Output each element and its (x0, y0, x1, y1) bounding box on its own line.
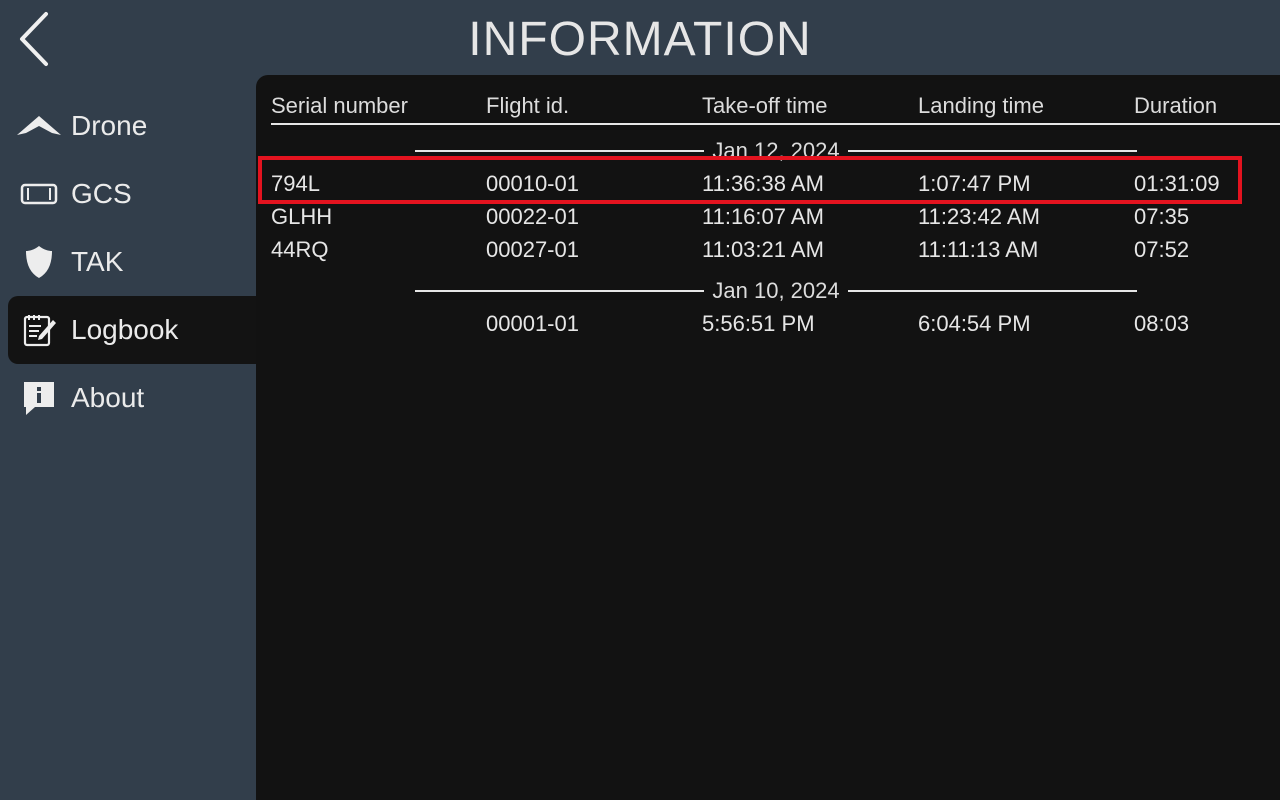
sidebar-item-label: Drone (71, 110, 148, 141)
table-row[interactable]: GLHH 00022-01 11:16:07 AM 11:23:42 AM 07… (271, 201, 1271, 234)
sidebar-item-logbook[interactable]: Logbook (8, 296, 256, 364)
date-separator: Jan 12, 2024 (415, 136, 1138, 166)
cell-serial: GLHH (271, 204, 333, 229)
sidebar-item-tak[interactable]: TAK (8, 228, 256, 296)
cell-takeoff: 5:56:51 PM (702, 311, 815, 336)
cell-duration: 01:31:09 (1134, 171, 1220, 196)
table-row[interactable]: 00001-01 5:56:51 PM 6:04:54 PM 08:03 (271, 308, 1271, 341)
table-row[interactable]: 794L 00010-01 11:36:38 AM 1:07:47 PM 01:… (271, 168, 1271, 201)
date-label: Jan 10, 2024 (712, 278, 840, 303)
column-header-landing: Landing time (918, 93, 1044, 118)
cell-duration: 07:35 (1134, 204, 1190, 229)
table-header: Serial number Flight id. Take-off time L… (271, 91, 1280, 125)
cell-flight-id: 00001-01 (486, 311, 579, 336)
table-row[interactable]: 44RQ 00027-01 11:03:21 AM 11:11:13 AM 07… (271, 234, 1271, 267)
cell-flight-id: 00027-01 (486, 237, 579, 262)
cell-serial: 44RQ (271, 237, 329, 262)
cell-landing: 1:07:47 PM (918, 171, 1031, 196)
column-header-duration: Duration (1134, 93, 1218, 118)
cell-landing: 11:11:13 AM (918, 237, 1039, 262)
cell-flight-id: 00010-01 (486, 171, 579, 196)
notebook-pen-icon (16, 310, 62, 350)
page-title: INFORMATION (468, 13, 812, 66)
sidebar-item-gcs[interactable]: GCS (8, 160, 256, 228)
column-header-serial: Serial number (271, 93, 408, 118)
sidebar-item-drone[interactable]: Drone (8, 92, 256, 160)
info-bubble-icon (16, 378, 62, 418)
drone-icon (16, 106, 62, 146)
shield-icon (16, 242, 62, 282)
logbook-panel: Serial number Flight id. Take-off time L… (256, 75, 1280, 800)
sidebar-item-label: About (71, 382, 145, 413)
cell-landing: 11:23:42 AM (918, 204, 1040, 229)
column-header-flight-id: Flight id. (486, 93, 570, 118)
tablet-icon (16, 174, 62, 214)
sidebar-item-label: Logbook (71, 314, 179, 345)
cell-serial: 794L (271, 171, 320, 196)
cell-duration: 08:03 (1134, 311, 1190, 336)
cell-takeoff: 11:36:38 AM (702, 171, 824, 196)
cell-takeoff: 11:16:07 AM (702, 204, 824, 229)
sidebar-item-label: TAK (71, 246, 124, 277)
sidebar-item-label: GCS (71, 178, 132, 209)
column-header-takeoff: Take-off time (702, 93, 828, 118)
sidebar-item-about[interactable]: About (8, 364, 256, 432)
cell-landing: 6:04:54 PM (918, 311, 1031, 336)
cell-flight-id: 00022-01 (486, 204, 579, 229)
cell-takeoff: 11:03:21 AM (702, 237, 824, 262)
cell-duration: 07:52 (1134, 237, 1190, 262)
date-separator: Jan 10, 2024 (415, 276, 1138, 306)
date-label: Jan 12, 2024 (712, 138, 840, 163)
